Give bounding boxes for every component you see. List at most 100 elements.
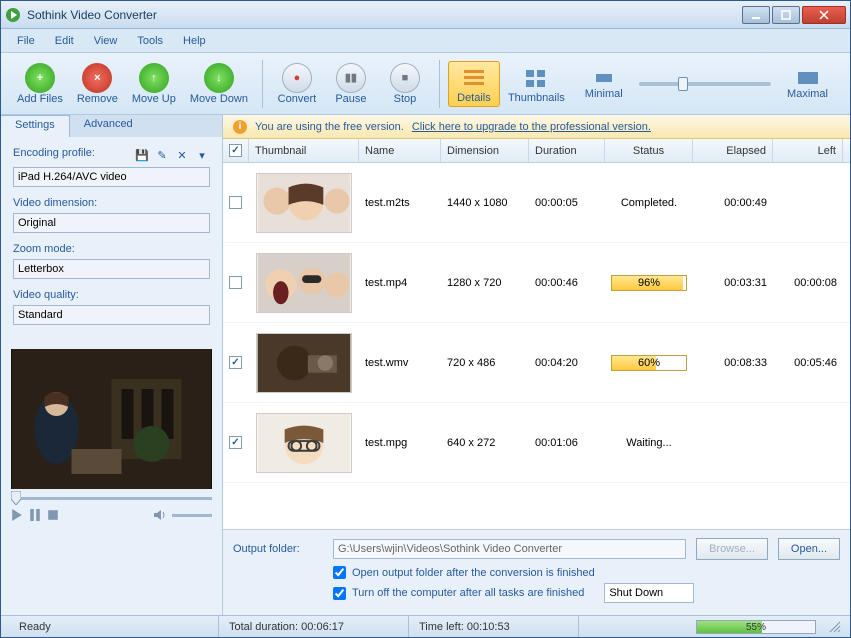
menu-help[interactable]: Help	[175, 33, 214, 49]
zoom-mode-select[interactable]	[13, 259, 210, 279]
remove-label: Remove	[77, 93, 118, 105]
video-dimension-select[interactable]	[13, 213, 210, 233]
col-left[interactable]: Left	[773, 139, 843, 162]
toolbar-separator	[262, 60, 263, 108]
col-dimension[interactable]: Dimension	[441, 139, 529, 162]
select-all-checkbox[interactable]	[229, 144, 242, 157]
maximize-button[interactable]	[772, 6, 800, 24]
info-icon: i	[233, 120, 247, 134]
shutdown-action-select[interactable]	[604, 583, 694, 603]
col-duration[interactable]: Duration	[529, 139, 605, 162]
play-icon[interactable]	[11, 509, 23, 521]
menu-tools[interactable]: Tools	[129, 33, 171, 49]
menubar: File Edit View Tools Help	[1, 29, 850, 53]
thumbnails-view-button[interactable]: Thumbnails	[502, 62, 571, 106]
minimize-button[interactable]	[742, 6, 770, 24]
move-up-button[interactable]: ↑Move Up	[126, 61, 182, 107]
save-profile-icon[interactable]: 💾	[134, 147, 150, 163]
shutdown-checkbox[interactable]	[333, 587, 346, 600]
delete-profile-icon[interactable]: ✕	[174, 147, 190, 163]
remove-button[interactable]: ×Remove	[71, 61, 124, 107]
window-title: Sothink Video Converter	[27, 8, 742, 22]
table-row[interactable]: test.mpg640 x 27200:01:06Waiting...	[223, 403, 850, 483]
thumbnail-image	[249, 251, 359, 315]
row-checkbox[interactable]	[229, 356, 242, 369]
col-elapsed[interactable]: Elapsed	[693, 139, 773, 162]
encoding-profile-select[interactable]	[13, 167, 210, 187]
open-after-label: Open output folder after the conversion …	[352, 567, 595, 579]
file-duration: 00:01:06	[529, 437, 605, 449]
tab-settings[interactable]: Settings	[1, 115, 70, 137]
elapsed-time: 00:00:49	[693, 197, 773, 209]
titlebar: Sothink Video Converter	[1, 1, 850, 29]
progress-text: 60%	[638, 357, 660, 369]
menu-file[interactable]: File	[9, 33, 43, 49]
details-view-button[interactable]: Details	[448, 61, 500, 107]
row-checkbox[interactable]	[229, 436, 242, 449]
col-name[interactable]: Name	[359, 139, 441, 162]
add-files-label: Add Files	[17, 93, 63, 105]
stop-button[interactable]: ■Stop	[379, 61, 431, 107]
details-label: Details	[457, 92, 491, 104]
file-duration: 00:00:05	[529, 197, 605, 209]
minimal-label: Minimal	[585, 88, 623, 100]
minimal-view-button[interactable]: Minimal	[579, 66, 629, 102]
details-icon	[460, 64, 488, 92]
file-duration: 00:00:46	[529, 277, 605, 289]
table-row[interactable]: test.mp41280 x 72000:00:4696%00:03:3100:…	[223, 243, 850, 323]
profile-dropdown-icon[interactable]: ▾	[194, 147, 210, 163]
move-down-label: Move Down	[190, 93, 248, 105]
menu-edit[interactable]: Edit	[47, 33, 82, 49]
menu-view[interactable]: View	[86, 33, 126, 49]
volume-slider[interactable]	[172, 514, 212, 517]
info-text: You are using the free version.	[255, 121, 404, 133]
table-row[interactable]: test.m2ts1440 x 108000:00:05Completed.00…	[223, 163, 850, 243]
add-files-button[interactable]: +Add Files	[11, 61, 69, 107]
volume-icon[interactable]	[154, 509, 166, 521]
col-status[interactable]: Status	[605, 139, 693, 162]
close-button[interactable]	[802, 6, 846, 24]
maximal-icon	[798, 68, 818, 88]
overall-progress-text: 55%	[697, 621, 815, 635]
convert-button[interactable]: ●Convert	[271, 61, 323, 107]
file-dimension: 640 x 272	[441, 437, 529, 449]
total-duration-label: Total duration:	[229, 621, 298, 633]
video-quality-label: Video quality:	[13, 289, 210, 301]
pause-icon[interactable]	[29, 509, 41, 521]
upgrade-link[interactable]: Click here to upgrade to the professiona…	[412, 121, 651, 133]
edit-profile-icon[interactable]: ✎	[154, 147, 170, 163]
stop-icon[interactable]	[47, 509, 59, 521]
zoom-mode-label: Zoom mode:	[13, 243, 210, 255]
statusbar: Ready Total duration: 00:06:17 Time left…	[1, 615, 850, 637]
row-checkbox[interactable]	[229, 196, 242, 209]
move-down-button[interactable]: ↓Move Down	[184, 61, 254, 107]
minimal-icon	[594, 68, 614, 88]
table-row[interactable]: test.wmv720 x 48600:04:2060%00:08:3300:0…	[223, 323, 850, 403]
video-quality-select[interactable]	[13, 305, 210, 325]
output-folder-input[interactable]	[333, 539, 686, 559]
file-duration: 00:04:20	[529, 357, 605, 369]
preview-pane	[11, 349, 212, 489]
status-text: Completed.	[621, 197, 677, 209]
open-after-checkbox[interactable]	[333, 566, 346, 579]
pause-button[interactable]: ▮▮Pause	[325, 61, 377, 107]
playback-seek-bar[interactable]	[11, 493, 212, 505]
browse-button[interactable]: Browse...	[696, 538, 768, 560]
total-duration-value: 00:06:17	[301, 621, 344, 633]
elapsed-time: 00:08:33	[693, 357, 773, 369]
output-folder-label: Output folder:	[233, 543, 323, 555]
convert-label: Convert	[278, 93, 317, 105]
elapsed-time: 00:03:31	[693, 277, 773, 289]
file-dimension: 1440 x 1080	[441, 197, 529, 209]
seek-handle-icon[interactable]	[11, 491, 21, 505]
encoding-profile-label: Encoding profile:	[13, 147, 95, 163]
maximal-view-button[interactable]: Maximal	[781, 66, 834, 102]
resize-grip-icon[interactable]	[828, 620, 842, 634]
thumbnail-image	[249, 411, 359, 475]
tab-advanced[interactable]: Advanced	[70, 115, 147, 137]
pause-label: Pause	[335, 93, 366, 105]
thumbnail-size-slider[interactable]	[639, 82, 771, 86]
open-button[interactable]: Open...	[778, 538, 840, 560]
col-thumbnail[interactable]: Thumbnail	[249, 139, 359, 162]
row-checkbox[interactable]	[229, 276, 242, 289]
